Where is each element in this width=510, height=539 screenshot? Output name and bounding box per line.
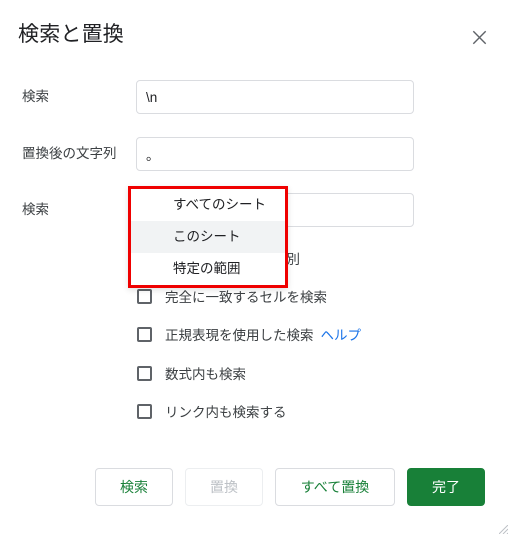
checkbox-label-match-entire-cell[interactable]: 完全に一致するセルを検索 [165,288,327,307]
replace-all-button[interactable]: すべて置換 [275,468,395,506]
dropdown-item-this-sheet[interactable]: このシート [131,221,285,253]
replace-button: 置換 [185,468,263,506]
checkbox-label-regex-text: 正規表現を使用した検索 [165,328,314,343]
checkbox-regex[interactable] [137,327,152,342]
replace-input[interactable] [136,137,414,171]
find-and-replace-dialog: 検索と置換 検索 置換後の文字列 検索 このシート 大文字と小文字を区別 完全に… [0,0,510,535]
search-field-label: 検索 [22,89,49,104]
checkbox-match-entire-cell[interactable] [137,289,152,304]
checkbox-row-search-links: リンク内も検索する [0,403,510,423]
dropdown-item-specific-range[interactable]: 特定の範囲 [131,253,285,285]
done-button[interactable]: 完了 [407,468,485,506]
search-input[interactable] [136,80,414,114]
replace-field-label: 置換後の文字列 [22,146,117,161]
checkbox-search-formulas[interactable] [137,366,152,381]
checkbox-row-search-formulas: 数式内も検索 [0,365,510,385]
replace-field-row: 置換後の文字列 [0,137,510,171]
close-icon[interactable] [466,24,492,50]
dropdown-item-all-sheets[interactable]: すべてのシート [131,189,285,221]
dialog-footer: 検索 置換 すべて置換 完了 [0,468,510,514]
search-field-row: 検索 [0,80,510,114]
regex-help-link[interactable]: ヘルプ [321,328,362,343]
dialog-header: 検索と置換 [0,0,510,70]
checkbox-label-search-links[interactable]: リンク内も検索する [165,403,287,422]
checkbox-search-links[interactable] [137,404,152,419]
checkbox-label-regex[interactable]: 正規表現を使用した検索 ヘルプ [165,326,361,345]
checkbox-label-search-formulas[interactable]: 数式内も検索 [165,365,246,384]
checkbox-row-match-entire-cell: 完全に一致するセルを検索 [0,288,510,308]
resize-grip-icon[interactable] [498,521,509,535]
checkbox-row-regex: 正規表現を使用した検索 ヘルプ [0,326,510,346]
find-button[interactable]: 検索 [95,468,173,506]
scope-field-label: 検索 [22,202,49,217]
page-title: 検索と置換 [18,23,124,46]
scope-dropdown-menu: すべてのシート このシート 特定の範囲 [128,186,288,288]
